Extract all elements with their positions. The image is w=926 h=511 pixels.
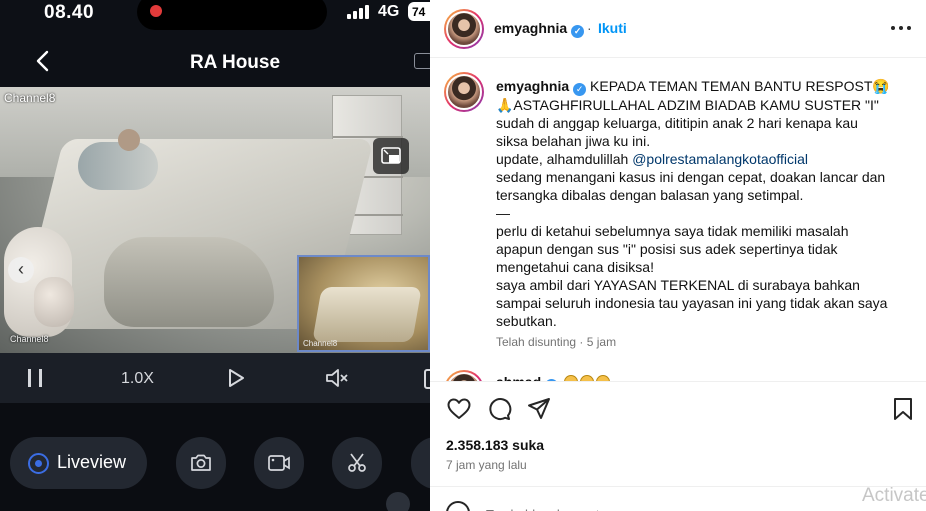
app-title: RA House bbox=[189, 52, 281, 73]
caption-line: — bbox=[496, 205, 510, 221]
caption-line: update, alhamdulillah bbox=[496, 151, 633, 167]
comment-input[interactable] bbox=[486, 504, 736, 511]
pause-icon[interactable] bbox=[26, 365, 46, 391]
follow-button[interactable]: Ikuti bbox=[598, 20, 627, 36]
app-header: RA House bbox=[0, 34, 430, 88]
like-count[interactable]: 2.358.183 suka bbox=[446, 437, 544, 453]
camera-feed[interactable]: Channel8 Channel8 ‹ Channel8 bbox=[0, 87, 430, 353]
playback-controls: 1.0X bbox=[0, 353, 430, 403]
bookmark-icon[interactable] bbox=[890, 396, 916, 422]
video-icon bbox=[268, 455, 290, 471]
fullscreen-icon[interactable] bbox=[373, 138, 409, 174]
bottom-action-bar: Liveview bbox=[0, 403, 430, 511]
verified-badge-icon: ✓ bbox=[571, 25, 585, 38]
caption-line: mengetahui cana disiksa! bbox=[496, 259, 654, 275]
caption-line: sedang menangani kasus ini dengan cepat,… bbox=[496, 169, 886, 185]
emoji-picker-icon[interactable] bbox=[446, 501, 470, 511]
carousel-prev-button[interactable]: ‹ bbox=[8, 257, 34, 283]
caption-line: sudah di anggap keluarga, dititipin anak… bbox=[496, 115, 858, 131]
caption-line: sampai seluruh indonesia tau yayasan ini… bbox=[496, 295, 888, 311]
share-icon[interactable] bbox=[526, 396, 552, 422]
caption-line: KEPADA TEMAN TEMAN BANTU RESPOST😭 bbox=[590, 78, 890, 94]
camera-icon bbox=[191, 454, 211, 471]
verified-badge-icon: ✓ bbox=[573, 83, 587, 96]
extra-button[interactable] bbox=[411, 437, 430, 489]
clip-button[interactable] bbox=[332, 437, 382, 489]
mention-link[interactable]: @polrestamalangkotaofficial bbox=[632, 151, 808, 167]
camera-person-head bbox=[118, 129, 140, 151]
camera-person bbox=[78, 142, 158, 190]
comment-icon[interactable] bbox=[486, 396, 512, 422]
caption-line: apapun dengan sus "i" posisi sus adek se… bbox=[496, 241, 838, 257]
pip-bed bbox=[312, 287, 422, 342]
add-comment-bar bbox=[430, 486, 926, 511]
play-icon[interactable] bbox=[226, 365, 248, 391]
status-bar: 08.40 4G 74 bbox=[0, 0, 430, 30]
status-time: 08.40 bbox=[44, 2, 95, 23]
caption-username[interactable]: emyaghnia bbox=[496, 78, 569, 94]
dynamic-island bbox=[137, 0, 327, 30]
liveview-button[interactable]: Liveview bbox=[10, 437, 147, 489]
post-username[interactable]: emyaghnia ✓ bbox=[494, 20, 585, 38]
record-button[interactable] bbox=[254, 437, 304, 489]
caption-line: 🙏ASTAGHFIRULLAHAL ADZIM BIADAB KAMU SUST… bbox=[496, 97, 879, 113]
edited-timestamp[interactable]: Telah disunting · 5 jam bbox=[496, 335, 616, 349]
battery-icon: 74 bbox=[408, 2, 430, 21]
network-type: 4G bbox=[378, 3, 400, 20]
caption-text: emyaghnia ✓ KEPADA TEMAN TEMAN BANTU RESP… bbox=[496, 77, 908, 330]
mute-icon[interactable] bbox=[324, 365, 350, 391]
cast-icon[interactable] bbox=[414, 53, 430, 69]
liveview-label: Liveview bbox=[57, 452, 127, 472]
recording-dot-icon bbox=[150, 5, 162, 17]
avatar[interactable] bbox=[444, 9, 484, 49]
scissors-icon bbox=[348, 453, 366, 472]
signal-icon bbox=[347, 5, 371, 19]
more-icon[interactable] bbox=[891, 26, 911, 30]
caption-line: siksa belahan jiwa ku ini. bbox=[496, 133, 651, 149]
channel-label-corner: Channel8 bbox=[10, 334, 49, 344]
caption-avatar[interactable] bbox=[444, 72, 484, 112]
camera-blanket bbox=[104, 237, 274, 327]
zoom-level[interactable]: 1.0X bbox=[121, 370, 154, 396]
posted-time[interactable]: 7 jam yang lalu bbox=[446, 458, 527, 472]
comment-username[interactable]: ahmad✓ bbox=[496, 374, 611, 381]
phone-screenshot: 08.40 4G 74 RA House Channel8 Channel8 ‹… bbox=[0, 0, 430, 511]
activate-windows-watermark: Activate bbox=[862, 485, 926, 506]
caption-line: tersangka dibalas dengan balasan yang se… bbox=[496, 187, 804, 203]
instagram-post-panel: emyaghnia ✓ · Ikuti emyaghnia ✓ KEPADA TEM… bbox=[430, 0, 926, 511]
snapshot-button[interactable] bbox=[176, 437, 226, 489]
screenshot-root: 08.40 4G 74 RA House Channel8 Channel8 ‹… bbox=[0, 0, 926, 511]
caption-line: saya ambil dari YAYASAN TERKENAL di sura… bbox=[496, 277, 860, 293]
comment-avatar[interactable] bbox=[444, 370, 484, 381]
channel-label: Channel8 bbox=[4, 91, 56, 105]
post-actions: 2.358.183 suka 7 jam yang lalu bbox=[430, 381, 926, 486]
caption-line: perlu di ketahui sebelumnya saya tidak m… bbox=[496, 223, 849, 239]
liveview-icon bbox=[28, 453, 49, 474]
header-separator: · bbox=[587, 20, 592, 36]
pip-channel-label: Channel8 bbox=[303, 339, 338, 348]
caption-line: sebutkan. bbox=[496, 313, 557, 329]
caption-area: emyaghnia ✓ KEPADA TEMAN TEMAN BANTU RESP… bbox=[430, 59, 926, 381]
heart-icon[interactable] bbox=[446, 396, 472, 422]
picture-in-picture-feed[interactable]: Channel8 bbox=[297, 255, 430, 352]
post-header: emyaghnia ✓ · Ikuti bbox=[430, 0, 926, 58]
camera-teddy-small bbox=[34, 277, 74, 327]
mini-mute-icon[interactable] bbox=[386, 492, 410, 511]
